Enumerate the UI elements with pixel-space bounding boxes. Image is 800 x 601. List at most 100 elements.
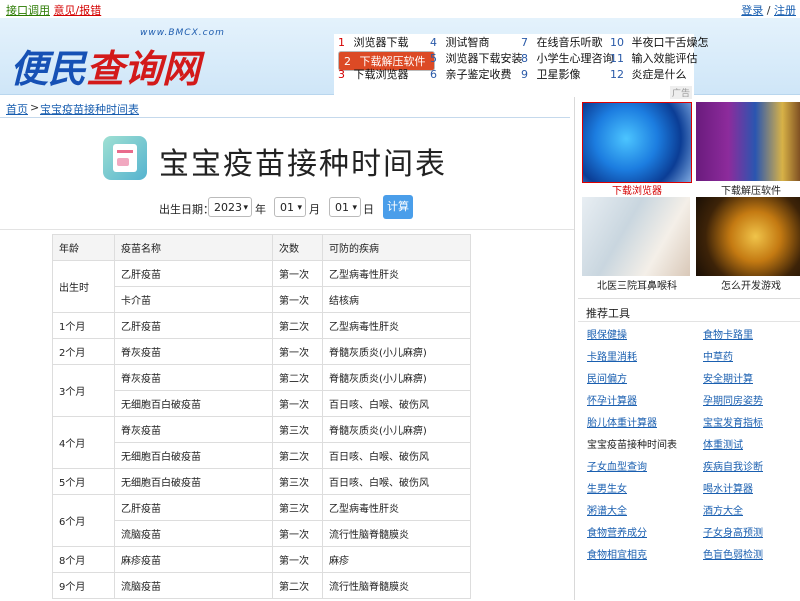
tool-link[interactable]: 中草药	[703, 348, 733, 363]
dose-cell: 第三次	[272, 468, 323, 495]
table-row: 2个月 脊灰疫苗 第一次 脊髓灰质炎(小儿麻痹)	[52, 338, 471, 365]
tool-link[interactable]: 酒方大全	[703, 502, 743, 517]
table-row: 无细胞百白破疫苗 第一次 百日咳、白喉、破伤风	[53, 390, 471, 417]
disease-cell: 流行性脑脊髓膜炎	[322, 572, 471, 599]
table-header-row: 年龄 疫苗名称 次数 可防的疾病	[52, 234, 471, 261]
hot-link-3[interactable]: 3 下载浏览器	[338, 67, 409, 82]
dose-cell: 第一次	[272, 520, 323, 547]
tool-link[interactable]: 食物营养成分	[587, 524, 647, 539]
main-content: 首页 > 宝宝疫苗接种时间表 宝宝疫苗接种时间表 出生日期： 2023 ▾ 年 0…	[0, 97, 575, 600]
day-select[interactable]: 01 ▾	[329, 197, 361, 217]
tool-link[interactable]: 胎儿体重计算器	[587, 414, 657, 429]
register-link[interactable]: 注册	[774, 4, 796, 17]
tool-link[interactable]: 孕期同房姿势	[703, 392, 763, 407]
disease-cell: 百日咳、白喉、破伤风	[322, 390, 471, 417]
hot-link-11[interactable]: 11 输入效能评估	[610, 51, 698, 66]
calculate-button[interactable]: 计算	[383, 195, 413, 219]
breadcrumb-current[interactable]: 宝宝疫苗接种时间表	[40, 101, 139, 117]
hot-link-7[interactable]: 7 在线音乐听歌	[521, 35, 603, 50]
column-header: 疫苗名称	[114, 234, 273, 261]
disease-cell: 脊髓灰质炎(小儿麻痹)	[322, 416, 471, 443]
ad-download-browser[interactable]: 下载浏览器	[580, 100, 692, 197]
disease-cell: 乙型病毒性肝炎	[322, 260, 471, 287]
table-row: 6个月 乙肝疫苗 第三次 乙型病毒性肝炎	[52, 494, 471, 547]
recommended-tools: 推荐工具 眼保健操 卡路里消耗 民间偏方 怀孕计算器 胎儿体重计算器 宝宝疫苗接…	[578, 298, 800, 601]
ad-download-unzip[interactable]: 下载解压软件	[694, 100, 800, 197]
vaccine-cell: 流脑疫苗	[114, 572, 273, 599]
tool-link[interactable]: 眼保健操	[587, 326, 627, 341]
tool-link[interactable]: 食物卡路里	[703, 326, 753, 341]
age-cell: 1个月	[52, 312, 115, 339]
login-link[interactable]: 登录	[741, 4, 763, 17]
site-logo[interactable]: www.BMCX.com 便民查询网	[8, 26, 248, 91]
tool-link[interactable]: 怀孕计算器	[587, 392, 637, 407]
hot-link-5[interactable]: 5 浏览器下载安装	[430, 51, 523, 66]
table-row: 9个月 流脑疫苗 第二次 流行性脑脊髓膜炎	[52, 572, 471, 599]
disease-cell: 乙型病毒性肝炎	[322, 494, 471, 521]
dose-cell: 第三次	[272, 494, 323, 521]
tools-heading: 推荐工具	[586, 307, 630, 320]
month-select[interactable]: 01 ▾	[274, 197, 306, 217]
top-bar: 接口调用 意见/报错 登录 / 注册	[0, 0, 800, 18]
ad-game-dev[interactable]: 怎么开发游戏	[694, 195, 800, 292]
table-row: 5个月 无细胞百白破疫苗 第三次 百日咳、白喉、破伤风	[52, 468, 471, 495]
tool-link[interactable]: 宝宝发育指标	[703, 414, 763, 429]
age-cell: 出生时	[52, 260, 115, 313]
page-title: 宝宝疫苗接种时间表	[159, 147, 447, 182]
divider	[0, 229, 574, 230]
tablet-photo	[696, 197, 800, 276]
hot-link-6[interactable]: 6 亲子鉴定收费	[430, 67, 512, 82]
column-header: 年龄	[52, 234, 115, 261]
tool-link[interactable]: 子女身高预测	[703, 524, 763, 539]
age-cell: 8个月	[52, 546, 115, 573]
tool-link[interactable]: 粥谱大全	[587, 502, 627, 517]
dose-cell: 第二次	[272, 364, 323, 391]
dose-cell: 第三次	[272, 416, 323, 443]
dose-cell: 第一次	[272, 286, 323, 313]
table-row: 3个月 脊灰疫苗 第二次 脊髓灰质炎(小儿麻痹)	[52, 364, 471, 417]
disease-cell: 百日咳、白喉、破伤风	[322, 442, 471, 469]
right-sidebar: 下载浏览器 下载解压软件 北医三院耳鼻喉科 怎么开发游戏 推荐工具 眼保健操 卡…	[578, 97, 800, 600]
tool-link[interactable]: 卡路里消耗	[587, 348, 637, 363]
chevron-down-icon: ▾	[352, 203, 357, 213]
tool-link[interactable]: 安全期计算	[703, 370, 753, 385]
dose-cell: 第一次	[272, 260, 323, 287]
breadcrumb-home[interactable]: 首页	[6, 101, 28, 117]
age-cell: 6个月	[52, 494, 115, 547]
hot-link-1[interactable]: 1 浏览器下载	[338, 35, 409, 50]
hot-link-10[interactable]: 10 半夜口干舌燥怎	[610, 35, 709, 50]
tool-link[interactable]: 生男生女	[587, 480, 627, 495]
ad-caption: 北医三院耳鼻喉科	[597, 281, 677, 292]
tool-link[interactable]: 体重测试	[703, 436, 743, 451]
feedback-link[interactable]: 意见/报错	[54, 4, 102, 17]
tool-link[interactable]: 喝水计算器	[703, 480, 753, 495]
hot-link-8[interactable]: 8 小学生心理咨询	[521, 51, 614, 66]
tool-link[interactable]: 子女血型查询	[587, 458, 647, 473]
tool-link[interactable]: 民间偏方	[587, 370, 627, 385]
disease-cell: 流行性脑脊髓膜炎	[322, 520, 471, 547]
vaccine-app-icon	[103, 136, 147, 180]
month-unit: 月	[309, 203, 320, 216]
year-select[interactable]: 2023 ▾	[208, 197, 252, 217]
table-row: 无细胞百白破疫苗 第二次 百日咳、白喉、破伤风	[53, 442, 471, 469]
hot-link-4[interactable]: 4 测试智商	[430, 35, 490, 50]
table-row: 4个月 脊灰疫苗 第三次 脊髓灰质炎(小儿麻痹)	[52, 416, 471, 469]
site-header: www.BMCX.com 便民查询网 1 浏览器下载 2 下载解压软件 3 下载…	[0, 18, 800, 99]
hot-link-12[interactable]: 12 炎症是什么	[610, 67, 687, 82]
vaccine-cell: 乙肝疫苗	[114, 494, 273, 521]
tool-link[interactable]: 色盲色弱检测	[703, 546, 763, 561]
age-cell: 4个月	[52, 416, 115, 469]
tool-link[interactable]: 疾病自我诊断	[703, 458, 763, 473]
doctor-photo	[582, 197, 690, 276]
hot-link-9[interactable]: 9 卫星影像	[521, 67, 581, 82]
tool-link[interactable]: 食物相宜相克	[587, 546, 647, 561]
api-link[interactable]: 接口调用	[6, 4, 50, 17]
ad-ent-clinic[interactable]: 北医三院耳鼻喉科	[580, 195, 690, 292]
tool-link-current[interactable]: 宝宝疫苗接种时间表	[587, 436, 677, 451]
logo-text-blue: 便民	[10, 47, 87, 91]
vaccine-cell: 无细胞百白破疫苗	[114, 442, 273, 469]
vaccine-cell: 流脑疫苗	[114, 520, 273, 547]
table-row: 1个月 乙肝疫苗 第二次 乙型病毒性肝炎	[52, 312, 471, 339]
age-cell: 3个月	[52, 364, 115, 417]
hot-links: 1 浏览器下载 2 下载解压软件 3 下载浏览器 4 测试智商 5 浏览器下载安…	[334, 34, 709, 96]
